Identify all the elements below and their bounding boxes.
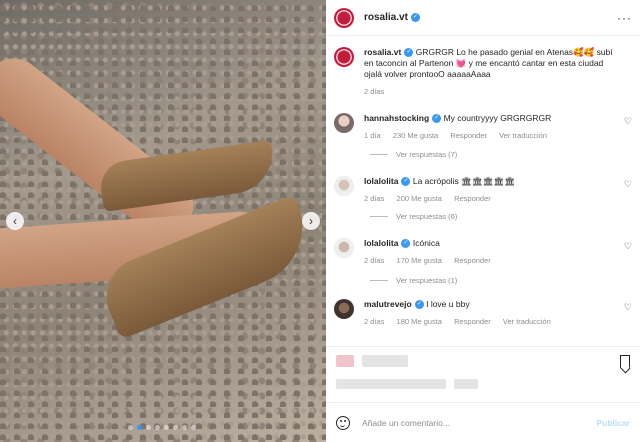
view-replies-button[interactable]: Ver respuestas (7) bbox=[370, 150, 457, 159]
comment-text: Icónica bbox=[412, 238, 440, 248]
view-replies-label: Ver respuestas (1) bbox=[396, 276, 458, 285]
carousel-dot bbox=[128, 425, 133, 430]
post-header: rosalia.vt ✓ ··· bbox=[326, 0, 640, 36]
comment-time: 2 días bbox=[364, 194, 385, 203]
comment-avatar[interactable] bbox=[334, 299, 354, 319]
publish-button[interactable]: Publicar bbox=[596, 418, 630, 428]
translate-button[interactable]: Ver traducción bbox=[499, 131, 547, 140]
verified-badge-icon: ✓ bbox=[404, 48, 414, 58]
translate-button[interactable]: Ver traducción bbox=[503, 317, 551, 326]
replies-divider bbox=[370, 216, 388, 217]
carousel-dot bbox=[173, 425, 178, 430]
instagram-post-view: ‹ › rosalia.vt ✓ ··· rosalia.vt ✓ GRGRGR… bbox=[0, 0, 640, 442]
comment-username[interactable]: lolalolita bbox=[364, 238, 398, 248]
post-actions-bar bbox=[326, 346, 640, 402]
caption-time: 2 días bbox=[364, 87, 385, 96]
carousel-dot bbox=[146, 425, 151, 430]
comment-input[interactable]: Añade un comentario... bbox=[362, 418, 596, 428]
view-replies-button[interactable]: Ver respuestas (1) bbox=[370, 276, 457, 285]
view-replies-label: Ver respuestas (6) bbox=[396, 212, 458, 221]
carousel-indicator bbox=[128, 425, 196, 430]
comment-likes[interactable]: 200 Me gusta bbox=[397, 194, 442, 203]
reply-button[interactable]: Responder bbox=[450, 131, 487, 140]
comments-list[interactable]: rosalia.vt ✓ GRGRGR Lo he pasado genial e… bbox=[326, 37, 640, 345]
caption-username[interactable]: rosalia.vt bbox=[364, 47, 401, 57]
comment-item: hannahstocking ✓ My countryyyy GRGRGRGR 1… bbox=[326, 113, 640, 141]
comment-time: 1 día bbox=[364, 131, 381, 140]
carousel-dot-active bbox=[137, 425, 142, 430]
redacted-likes bbox=[336, 379, 446, 389]
comment-time: 2 días bbox=[364, 317, 385, 326]
add-comment-bar: Añade un comentario... Publicar bbox=[326, 402, 640, 442]
caption-avatar[interactable] bbox=[334, 47, 354, 67]
replies-divider bbox=[370, 280, 388, 281]
verified-badge-icon: ✓ bbox=[414, 300, 424, 310]
redacted-action-icons bbox=[362, 355, 408, 367]
reply-button[interactable]: Responder bbox=[454, 317, 491, 326]
reply-button[interactable]: Responder bbox=[454, 256, 491, 265]
carousel-dot bbox=[164, 425, 169, 430]
carousel-dot bbox=[191, 425, 196, 430]
comment-username[interactable]: lolalolita bbox=[364, 176, 398, 186]
redacted-likes bbox=[454, 379, 478, 389]
comment-username[interactable]: hannahstocking bbox=[364, 113, 429, 123]
comment-text: La acrópolis 🏛🏛🏛🏛🏛 bbox=[412, 176, 516, 186]
view-replies-button[interactable]: Ver respuestas (6) bbox=[370, 212, 457, 221]
comment-time: 2 días bbox=[364, 256, 385, 265]
verified-badge-icon: ✓ bbox=[410, 13, 420, 22]
redacted-action-icons bbox=[336, 355, 354, 367]
comment-item: lolalolita ✓ La acrópolis 🏛🏛🏛🏛🏛 2 días 20… bbox=[326, 176, 640, 204]
verified-badge-icon: ✓ bbox=[401, 239, 411, 249]
heart-icon[interactable]: ♡ bbox=[624, 241, 632, 252]
comment-avatar[interactable] bbox=[334, 176, 354, 196]
reply-button[interactable]: Responder bbox=[454, 194, 491, 203]
comment-likes[interactable]: 170 Me gusta bbox=[397, 256, 442, 265]
post-caption: rosalia.vt ✓ GRGRGR Lo he pasado genial e… bbox=[326, 37, 640, 97]
carousel-dot bbox=[182, 425, 187, 430]
comment-avatar[interactable] bbox=[334, 113, 354, 133]
carousel-dot bbox=[155, 425, 160, 430]
author-username[interactable]: rosalia.vt bbox=[364, 12, 408, 23]
heart-icon[interactable]: ♡ bbox=[624, 116, 632, 127]
carousel-next-button[interactable]: › bbox=[302, 212, 320, 230]
comment-text: My countryyyy GRGRGRGR bbox=[443, 113, 552, 123]
verified-badge-icon: ✓ bbox=[401, 177, 411, 187]
heart-icon[interactable]: ♡ bbox=[624, 179, 632, 190]
verified-badge-icon: ✓ bbox=[432, 114, 442, 124]
post-photo[interactable]: ‹ › bbox=[0, 0, 326, 442]
comment-likes[interactable]: 230 Me gusta bbox=[393, 131, 438, 140]
comment-text: I love u bby bbox=[426, 299, 470, 309]
view-replies-label: Ver respuestas (7) bbox=[396, 150, 458, 159]
replies-divider bbox=[370, 154, 388, 155]
comment-item: malutrevejo ✓ I love u bby 2 días 180 Me … bbox=[326, 299, 640, 327]
post-side-panel: rosalia.vt ✓ ··· rosalia.vt ✓ GRGRGR Lo h… bbox=[326, 0, 640, 442]
heart-icon[interactable]: ♡ bbox=[624, 302, 632, 313]
bookmark-icon[interactable] bbox=[620, 355, 630, 368]
comment-username[interactable]: malutrevejo bbox=[364, 299, 412, 309]
comment-likes[interactable]: 180 Me gusta bbox=[397, 317, 442, 326]
carousel-prev-button[interactable]: ‹ bbox=[6, 212, 24, 230]
comment-item: lolalolita ✓ Icónica 2 días 170 Me gusta … bbox=[326, 238, 640, 266]
emoji-icon[interactable] bbox=[336, 415, 350, 430]
comment-avatar[interactable] bbox=[334, 238, 354, 258]
more-options-icon[interactable]: ··· bbox=[617, 11, 632, 25]
author-avatar[interactable] bbox=[334, 7, 354, 28]
